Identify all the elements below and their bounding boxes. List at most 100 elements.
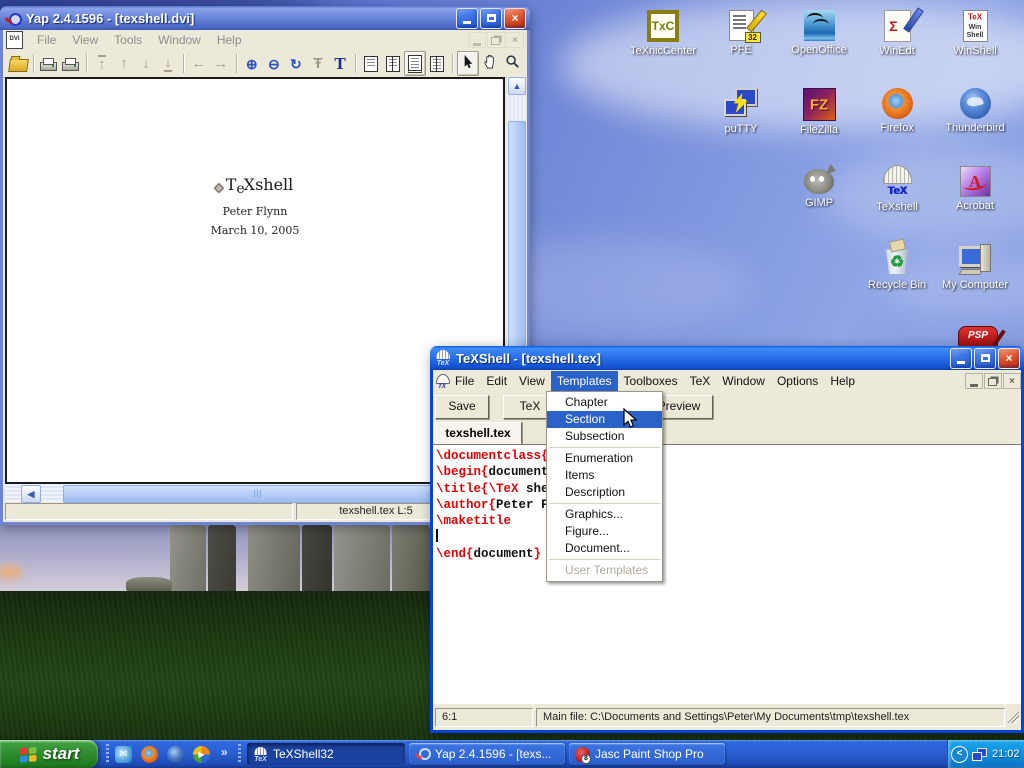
menu-window[interactable]: Window [716, 371, 771, 391]
yap-menu-view[interactable]: View [64, 33, 106, 47]
yap-menu-tools[interactable]: Tools [106, 33, 150, 47]
previous-page-button[interactable]: ↑ [113, 51, 135, 76]
texshell-close-button[interactable]: × [998, 348, 1020, 369]
scroll-left-icon[interactable]: ◀ [21, 485, 41, 503]
desktop-icon-winedt[interactable]: ΣWinEdt [856, 8, 938, 57]
continuous-view-button[interactable] [404, 51, 426, 76]
yap-titlebar[interactable]: Yap 2.4.1596 - [texshell.dvi] × [0, 6, 530, 30]
menu-item-document[interactable]: Document... [547, 540, 662, 557]
latex-editor[interactable]: \documentclass{\begin{document}\title{\T… [433, 444, 1021, 704]
menu-item-user-templates[interactable]: User Templates [547, 562, 662, 579]
menu-view[interactable]: View [513, 371, 551, 391]
menu-file[interactable]: File [449, 371, 480, 391]
ruler-tool-button[interactable]: Ŧ [307, 51, 329, 76]
last-page-button[interactable]: ↓ [157, 51, 179, 76]
yap-menu-file[interactable]: File [29, 33, 64, 47]
forward-button[interactable]: → [210, 51, 232, 76]
pointer-tool-button[interactable] [457, 51, 479, 76]
texshell-mdi-close-button[interactable]: × [1003, 373, 1021, 389]
menu-help[interactable]: Help [824, 371, 861, 391]
menu-templates[interactable]: Templates [551, 371, 618, 391]
refresh-icon: ↻ [290, 57, 302, 71]
desktop-icon-winshell[interactable]: TeXWin ShellWinShell [934, 8, 1016, 57]
menu-options[interactable]: Options [771, 371, 824, 391]
menu-item-enumeration[interactable]: Enumeration [547, 450, 662, 467]
network-tray-icon[interactable] [972, 748, 987, 761]
yap-mdi-restore-button[interactable] [487, 32, 505, 48]
print-range-button[interactable] [60, 51, 82, 76]
outlook-express-icon[interactable] [115, 746, 132, 763]
texshell-mdi-minimize-button[interactable] [965, 373, 983, 389]
desktop-icon-acrobat[interactable]: AAcrobat [934, 164, 1016, 212]
thunderbird-icon[interactable] [167, 746, 184, 763]
refresh-button[interactable]: ↻ [285, 51, 307, 76]
menu-tex[interactable]: TeX [684, 371, 717, 391]
text-tool-button[interactable]: T [329, 51, 351, 76]
yap-mdi-minimize-button[interactable] [468, 32, 486, 48]
magnifier-tool-button[interactable] [501, 51, 523, 76]
zoom-out-button[interactable]: ⊖ [263, 51, 285, 76]
start-button[interactable]: start [0, 740, 98, 768]
task-button-yap-2-4-1596-texs[interactable]: Yap 2.4.1596 - [texs... [409, 743, 565, 765]
quick-launch-overflow-chevron[interactable]: » [221, 745, 228, 759]
yap-menu-window[interactable]: Window [150, 33, 209, 47]
texshell-maximize-button[interactable] [974, 348, 996, 369]
texshell-mdi-restore-button[interactable] [984, 373, 1002, 389]
desktop-icon-label: OpenOffice [778, 44, 860, 56]
firefox-icon[interactable] [141, 746, 158, 763]
zoom-in-button[interactable]: ⊕ [241, 51, 263, 76]
desktop-icon-putty[interactable]: puTTY [700, 86, 782, 135]
desktop-icon-texshell[interactable]: TeXTeXshell [856, 164, 938, 213]
resize-grip[interactable] [1007, 711, 1019, 723]
task-button-jasc-paint-shop-pro[interactable]: Jasc Paint Shop Pro [569, 743, 725, 765]
menu-item-section[interactable]: Section [547, 411, 662, 428]
toolbar-grip[interactable] [238, 744, 241, 764]
single-page-view-button[interactable] [360, 51, 382, 76]
desktop-icon-thunderbird[interactable]: Thunderbird [934, 86, 1016, 134]
yap-menubar: DVI FileViewToolsWindowHelp × [3, 30, 527, 51]
facing-pages-view-button[interactable] [382, 51, 404, 76]
yap-mdi-close-button[interactable]: × [506, 32, 524, 48]
desktop-icon-texniccenter[interactable]: TxCTeXnicCenter [622, 8, 704, 57]
yap-minimize-button[interactable] [456, 8, 478, 29]
back-button[interactable]: ← [188, 51, 210, 76]
menu-item-description[interactable]: Description [547, 484, 662, 501]
first-page-button[interactable]: ↑ [91, 51, 113, 76]
yap-close-button[interactable]: × [504, 8, 526, 29]
continuous-facing-view-button[interactable] [426, 51, 448, 76]
yap-hscroll-thumb[interactable] [63, 485, 453, 503]
desktop-icon-recycle-bin[interactable]: ♻Recycle Bin [856, 242, 938, 291]
menu-item-subsection[interactable]: Subsection [547, 428, 662, 445]
hand-tool-button[interactable] [479, 51, 501, 76]
desktop-icon-filezilla[interactable]: FZFileZilla [778, 86, 860, 136]
menu-edit[interactable]: Edit [480, 371, 513, 391]
menu-toolboxes[interactable]: Toolboxes [618, 371, 684, 391]
tab-texshell-tex[interactable]: texshell.tex [434, 422, 522, 444]
desktop-icon-openoffice[interactable]: OpenOffice [778, 8, 860, 56]
yap-maximize-button[interactable] [480, 8, 502, 29]
hide-tray-icons-chevron[interactable]: < [951, 746, 968, 763]
text-tool-icon: T [334, 55, 345, 72]
scroll-up-icon[interactable]: ▲ [508, 77, 526, 95]
menu-item-graphics[interactable]: Graphics... [547, 506, 662, 523]
texshell-minimize-button[interactable] [950, 348, 972, 369]
toolbar-grip[interactable] [106, 744, 109, 764]
menu-item-figure[interactable]: Figure... [547, 523, 662, 540]
media-player-icon[interactable] [193, 746, 210, 763]
desktop-icon-label: My Computer [934, 279, 1016, 291]
menu-item-chapter[interactable]: Chapter [547, 394, 662, 411]
yap-menu-help[interactable]: Help [209, 33, 250, 47]
winshell-icon: TeXWin Shell [963, 10, 988, 42]
open-file-button[interactable] [7, 51, 29, 76]
texshell-titlebar[interactable]: TeX TeXShell - [texshell.tex] × [430, 346, 1024, 370]
print-button[interactable] [38, 51, 60, 76]
desktop-icon-firefox[interactable]: Firefox [856, 86, 938, 134]
next-page-button[interactable]: ↓ [135, 51, 157, 76]
paint-shop-pro-icon[interactable]: PSP [958, 326, 998, 348]
save-button[interactable]: Save [435, 395, 489, 419]
desktop-icon-gimp[interactable]: GIMP [778, 164, 860, 209]
task-button-texshell32[interactable]: TeXTeXShell32 [247, 743, 405, 765]
desktop-icon-pfe[interactable]: 32PFE [700, 8, 782, 56]
desktop-icon-my-computer[interactable]: My Computer [934, 242, 1016, 291]
menu-item-items[interactable]: Items [547, 467, 662, 484]
